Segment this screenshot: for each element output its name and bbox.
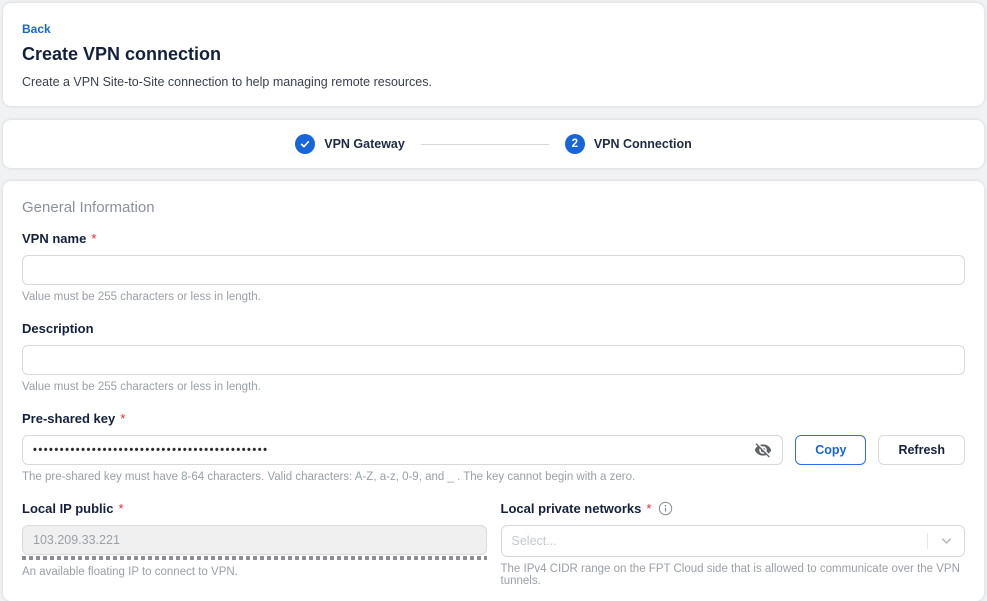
copy-button[interactable]: Copy [795,435,866,465]
step-label: VPN Connection [594,137,692,151]
local-ip-loading-dashes [22,556,487,560]
local-private-networks-field: Local private networks* Select... [501,501,966,587]
description-helper-text: Value must be 255 characters or less in … [22,381,965,393]
step-number-circle: 2 [565,134,585,154]
pre-shared-key-input-wrap [22,435,783,465]
local-ip-public-helper-text: An available floating IP to connect to V… [22,566,487,578]
select-divider [927,533,928,549]
pre-shared-key-label: Pre-shared key* [22,411,965,426]
pre-shared-key-field: Pre-shared key* Copy Refresh The pre-sha… [22,411,965,483]
vpn-name-input[interactable] [22,255,965,285]
chevron-down-icon[interactable] [940,535,953,548]
local-ip-public-field: Local IP public* An available floating I… [22,501,487,587]
section-title-general-information: General Information [22,199,965,216]
step-label: VPN Gateway [324,137,405,151]
check-icon [299,138,311,150]
refresh-button[interactable]: Refresh [878,435,965,465]
page-header-card: Back Create VPN connection Create a VPN … [3,3,984,106]
required-asterisk: * [119,501,124,516]
vpn-name-field: VPN name* Value must be 255 characters o… [22,231,965,303]
pre-shared-key-input[interactable] [22,435,783,465]
description-field: Description Value must be 255 characters… [22,321,965,393]
vpn-name-helper-text: Value must be 255 characters or less in … [22,291,965,303]
required-asterisk: * [120,411,125,426]
eye-off-icon [754,441,772,459]
step-vpn-connection[interactable]: 2 VPN Connection [565,134,692,154]
local-private-networks-helper-text: The IPv4 CIDR range on the FPT Cloud sid… [501,563,966,587]
required-asterisk: * [91,231,96,246]
stepper-connector-line [421,144,549,145]
local-private-networks-label: Local private networks* [501,501,966,516]
step-vpn-gateway[interactable]: VPN Gateway [295,134,405,154]
page-subtitle: Create a VPN Site-to-Site connection to … [22,75,965,89]
page-title: Create VPN connection [22,44,965,65]
back-link[interactable]: Back [22,22,51,36]
pre-shared-key-helper-text: The pre-shared key must have 8-64 charac… [22,471,965,483]
vpn-connection-form-card: General Information VPN name* Value must… [3,181,984,601]
select-placeholder: Select... [512,534,557,548]
local-private-networks-select[interactable]: Select... [501,525,966,557]
description-input[interactable] [22,345,965,375]
vpn-name-label: VPN name* [22,231,965,246]
wizard-stepper: VPN Gateway 2 VPN Connection [3,120,984,168]
local-ip-public-label: Local IP public* [22,501,487,516]
description-label: Description [22,321,965,336]
step-completed-circle [295,134,315,154]
required-asterisk: * [646,501,651,516]
toggle-password-visibility-button[interactable] [752,439,774,461]
info-circle-icon[interactable] [658,501,673,516]
local-ip-public-input [22,525,487,555]
